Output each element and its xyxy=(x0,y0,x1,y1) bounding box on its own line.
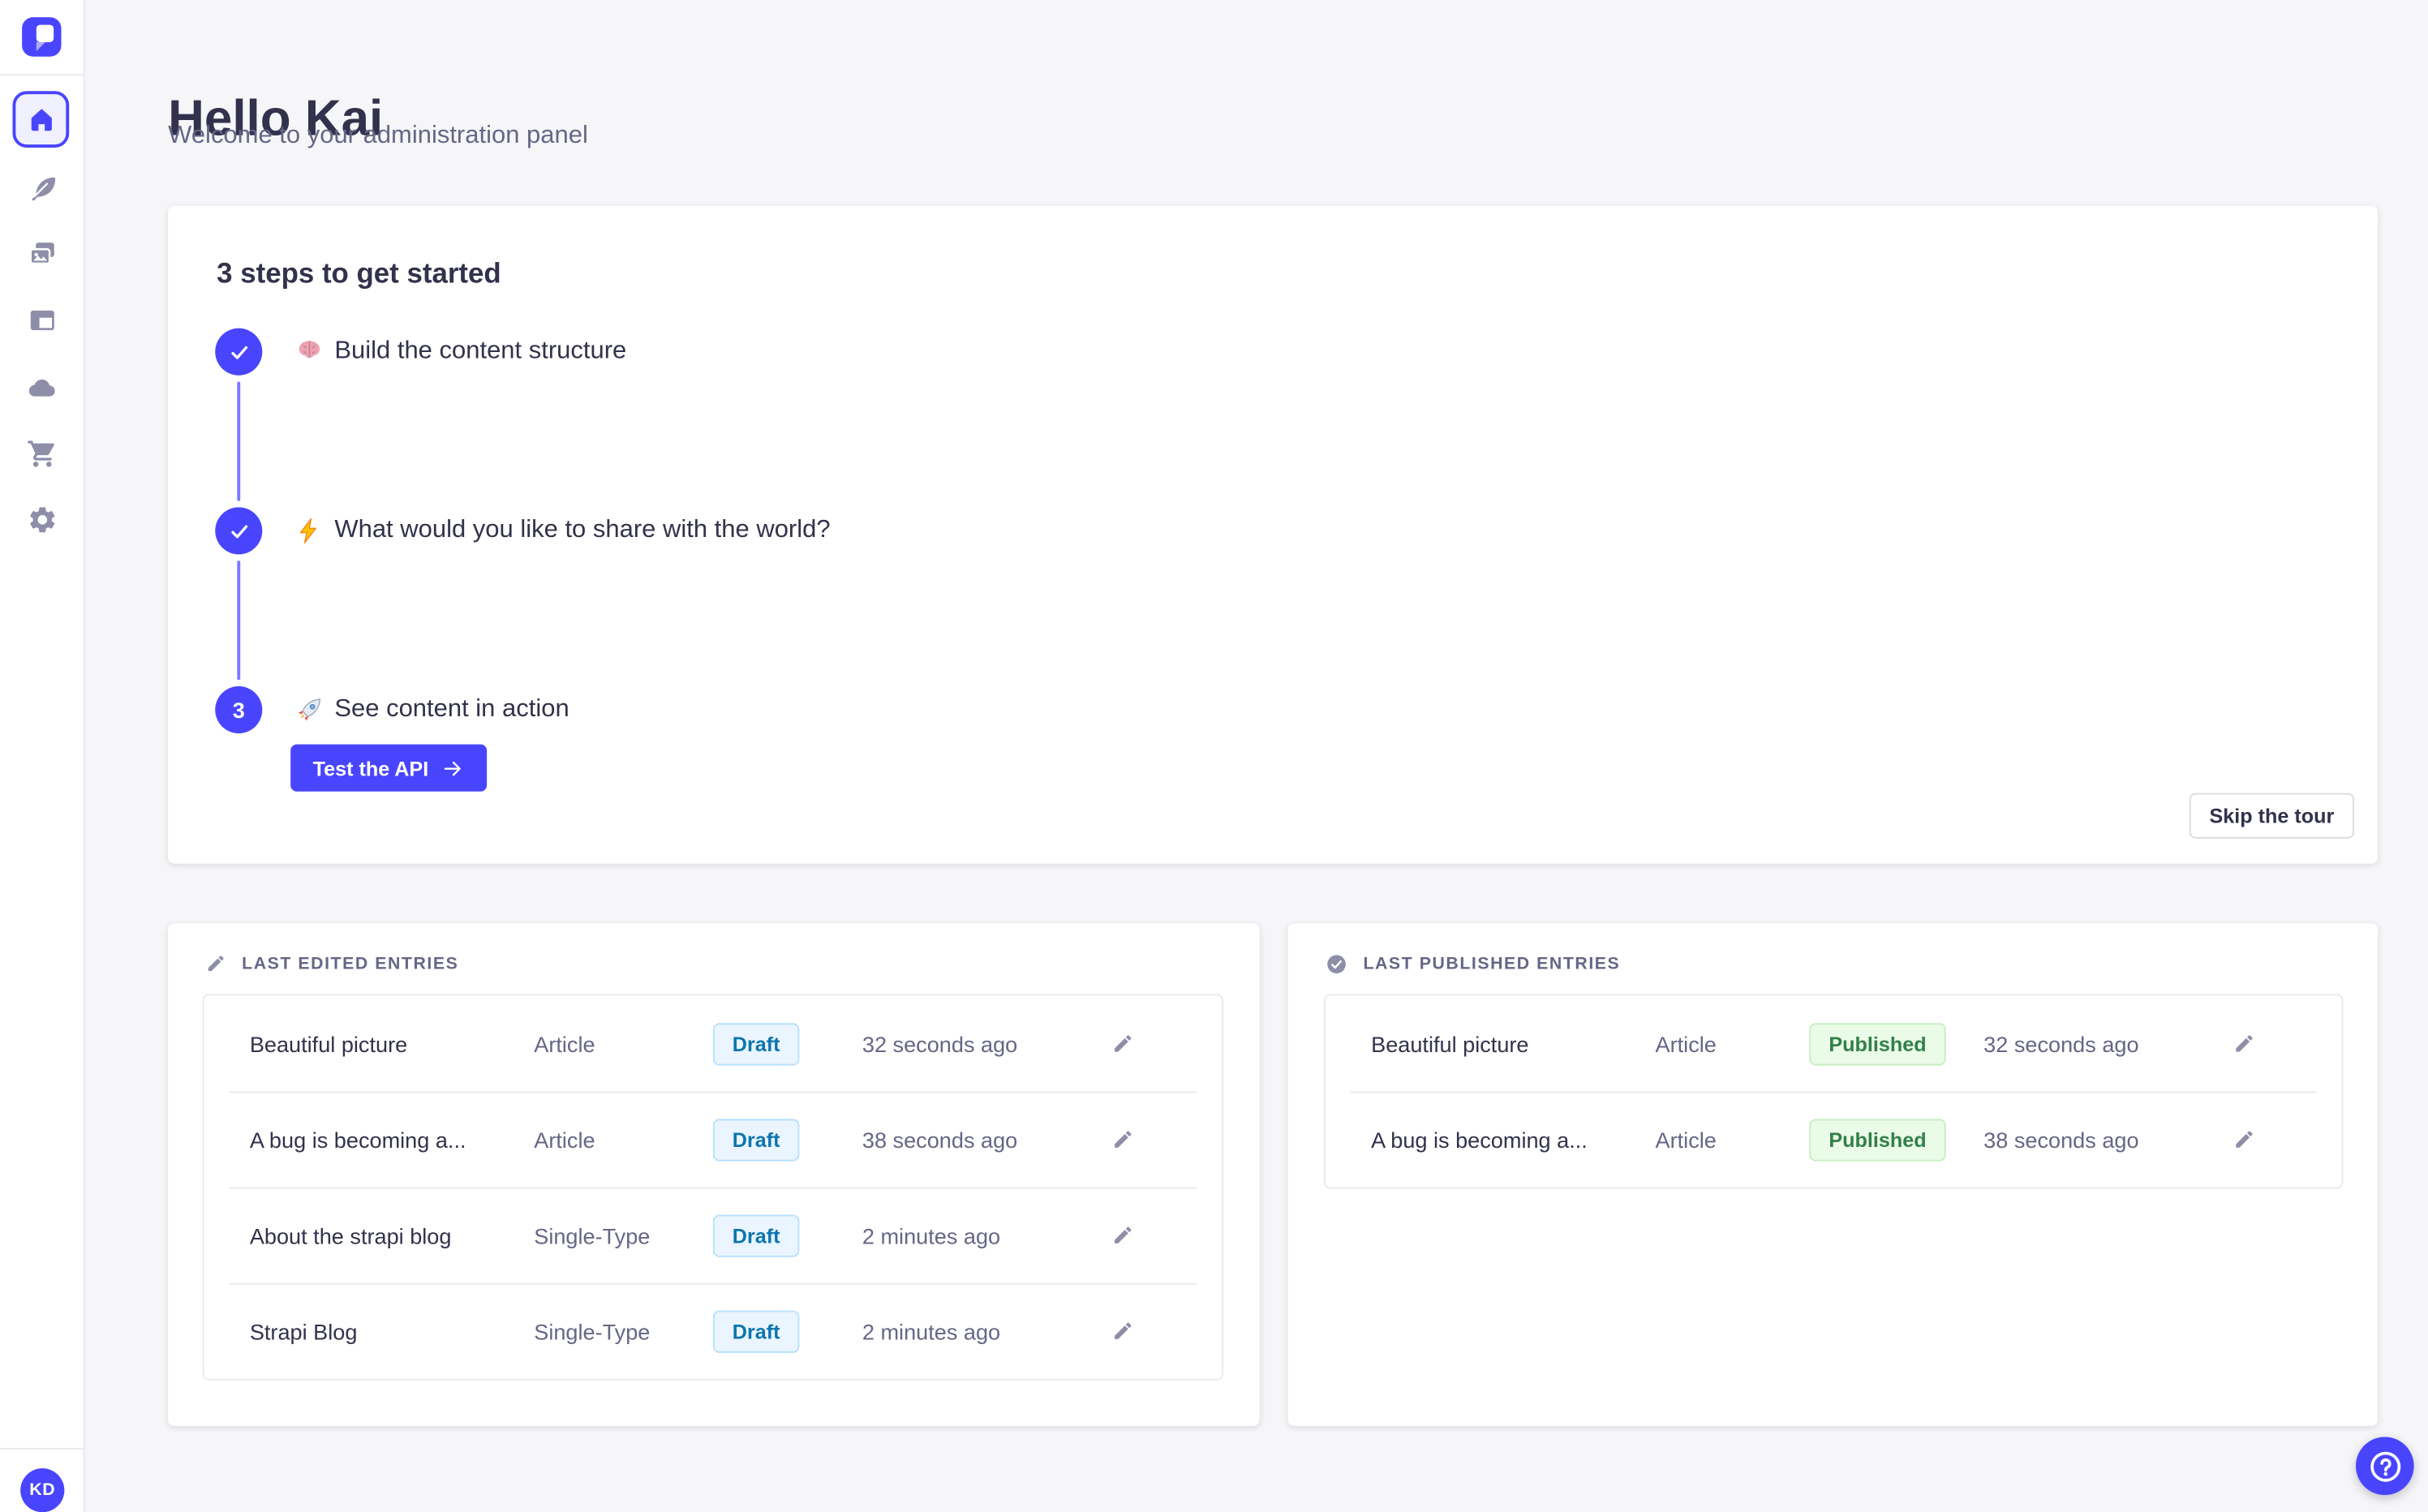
check-circle-icon xyxy=(1326,954,1347,975)
step-connector xyxy=(237,381,241,501)
table-row[interactable]: Strapi Blog Single-Type Draft 2 minutes … xyxy=(204,1282,1223,1379)
step-2-text: What would you like to share with the wo… xyxy=(334,516,831,543)
last-edited-entries-header: LAST EDITED ENTRIES xyxy=(206,953,459,973)
last-published-entries-title: LAST PUBLISHED ENTRIES xyxy=(1363,955,1621,974)
status-badge: Draft xyxy=(713,1213,799,1256)
sidebar-divider-top xyxy=(0,73,84,75)
status-badge: Draft xyxy=(713,1022,799,1065)
step-connector xyxy=(237,561,241,681)
entry-type: Single-Type xyxy=(534,1318,651,1344)
edit-entry-button[interactable] xyxy=(2224,1119,2264,1159)
last-published-entries-panel: LAST PUBLISHED ENTRIES Beautiful picture… xyxy=(1287,923,2379,1426)
entry-time: 32 seconds ago xyxy=(1983,1030,2139,1056)
entry-title: Strapi Blog xyxy=(249,1318,358,1344)
entry-time: 2 minutes ago xyxy=(862,1318,1001,1344)
table-row[interactable]: A bug is becoming a... Article Published… xyxy=(1326,1091,2342,1188)
edit-entry-button[interactable] xyxy=(1102,1214,1143,1255)
strapi-admin-homepage: KD Hello Kai Welcome to your administrat… xyxy=(0,0,2428,1512)
table-row[interactable]: Beautiful picture Article Draft 32 secon… xyxy=(204,995,1223,1091)
sidebar-divider-bottom xyxy=(0,1447,84,1450)
check-icon xyxy=(230,345,247,359)
strapi-logo[interactable] xyxy=(22,17,62,57)
edit-entry-button[interactable] xyxy=(1102,1023,1143,1063)
pencil-icon xyxy=(1115,1322,1132,1339)
question-help-icon xyxy=(2370,1450,2400,1481)
entry-title: Beautiful picture xyxy=(249,1030,408,1056)
table-row[interactable]: Beautiful picture Article Published 32 s… xyxy=(1326,995,2342,1091)
pencil-icon xyxy=(1115,1035,1132,1052)
test-the-api-button[interactable]: Test the API xyxy=(290,744,488,792)
onboarding-card: 3 steps to get started Build the content… xyxy=(168,205,2379,864)
status-badge: Draft xyxy=(713,1118,799,1161)
sidebar-item-media-library[interactable] xyxy=(24,235,61,273)
entry-time: 2 minutes ago xyxy=(862,1222,1001,1248)
entry-time: 38 seconds ago xyxy=(1983,1127,2139,1153)
status-badge: Published xyxy=(1810,1022,1945,1065)
last-published-entries-table: Beautiful picture Article Published 32 s… xyxy=(1324,994,2344,1189)
entry-time: 38 seconds ago xyxy=(862,1127,1018,1153)
last-edited-entries-title: LAST EDITED ENTRIES xyxy=(242,954,459,973)
step-3-label: See content in action xyxy=(295,694,569,726)
content-type-builder-icon xyxy=(30,310,54,331)
entry-time: 32 seconds ago xyxy=(862,1030,1018,1056)
sidebar-item-content-manager[interactable] xyxy=(24,170,61,207)
step-3-number: 3 xyxy=(232,697,245,723)
step-1-status-circle xyxy=(215,328,263,376)
pencil-icon xyxy=(2236,1035,2253,1052)
pencil-icon xyxy=(2236,1131,2253,1148)
entry-title: A bug is becoming a... xyxy=(249,1127,466,1153)
last-edited-entries-panel: LAST EDITED ENTRIES Beautiful picture Ar… xyxy=(168,923,1260,1426)
entry-type: Article xyxy=(1655,1127,1717,1153)
step-1-text: Build the content structure xyxy=(334,337,627,365)
step-2-status-circle xyxy=(215,507,263,555)
edit-entry-button[interactable] xyxy=(1102,1119,1143,1159)
edit-entry-button[interactable] xyxy=(2224,1023,2264,1063)
step-2-label: What would you like to share with the wo… xyxy=(295,515,831,547)
cloud-icon xyxy=(28,379,55,397)
step-3-status-circle: 3 xyxy=(215,686,263,734)
last-published-entries-header: LAST PUBLISHED ENTRIES xyxy=(1326,953,1620,975)
main-sidebar: KD xyxy=(0,0,85,1512)
pencil-icon xyxy=(1115,1131,1132,1148)
entry-type: Single-Type xyxy=(534,1222,651,1248)
feather-icon xyxy=(31,176,57,202)
settings-gear-icon xyxy=(30,507,55,533)
table-row[interactable]: About the strapi blog Single-Type Draft … xyxy=(204,1187,1223,1283)
marketplace-cart-icon xyxy=(28,440,54,467)
page-subtitle: Welcome to your administration panel xyxy=(168,122,588,149)
user-avatar[interactable]: KD xyxy=(20,1468,65,1512)
brain-emoji xyxy=(295,337,324,366)
entry-title: About the strapi blog xyxy=(249,1222,452,1248)
entry-type: Article xyxy=(1655,1030,1717,1056)
entry-title: A bug is becoming a... xyxy=(1371,1127,1588,1153)
sidebar-item-settings[interactable] xyxy=(24,501,61,539)
sidebar-item-content-type-builder[interactable] xyxy=(24,302,61,339)
sidebar-item-cloud[interactable] xyxy=(24,369,61,406)
status-badge: Draft xyxy=(713,1309,799,1352)
last-edited-entries-table: Beautiful picture Article Draft 32 secon… xyxy=(202,994,1224,1381)
edit-entry-button[interactable] xyxy=(1102,1311,1143,1351)
status-badge: Published xyxy=(1810,1118,1945,1161)
check-icon xyxy=(230,524,247,538)
test-the-api-label: Test the API xyxy=(312,756,429,780)
home-icon xyxy=(30,108,51,131)
sidebar-item-marketplace[interactable] xyxy=(24,435,61,472)
entry-title: Beautiful picture xyxy=(1371,1030,1529,1056)
help-button[interactable] xyxy=(2356,1437,2414,1496)
entry-type: Article xyxy=(534,1127,595,1153)
sidebar-item-home[interactable] xyxy=(12,91,70,148)
rocket-emoji xyxy=(295,696,324,724)
pencil-icon xyxy=(208,956,224,972)
pencil-icon xyxy=(1115,1226,1132,1244)
step-1-label: Build the content structure xyxy=(295,336,626,367)
entry-type: Article xyxy=(534,1030,595,1056)
media-library-icon xyxy=(29,241,56,265)
step-3-text: See content in action xyxy=(334,695,569,723)
table-row[interactable]: A bug is becoming a... Article Draft 38 … xyxy=(204,1091,1223,1188)
skip-the-tour-button[interactable]: Skip the tour xyxy=(2189,793,2355,839)
lightning-emoji xyxy=(295,517,324,545)
onboarding-title: 3 steps to get started xyxy=(217,257,501,290)
arrow-right-icon xyxy=(444,760,461,775)
strapi-logo-icon xyxy=(36,24,54,52)
